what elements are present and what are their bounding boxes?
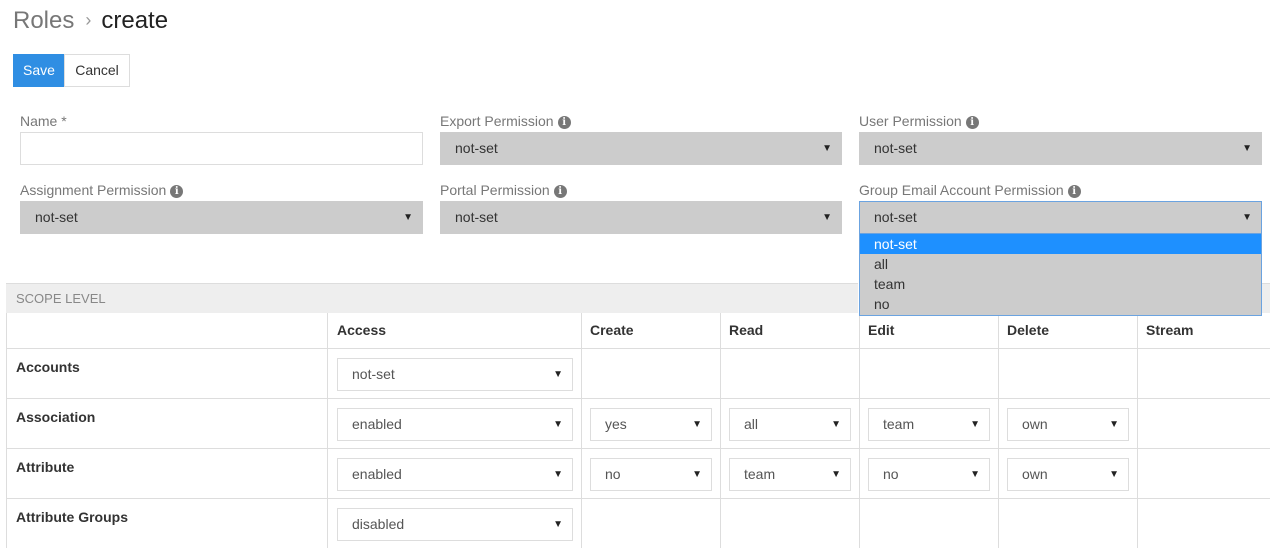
group-email-permission-label: Group Email Account Permission i [859, 181, 1081, 199]
dropdown-option-all[interactable]: all [860, 254, 1261, 274]
dropdown-option-team[interactable]: team [860, 274, 1261, 294]
attribute-access-select[interactable]: enabled ▼ [337, 458, 573, 491]
portal-permission-label: Portal Permission i [440, 181, 567, 199]
assignment-permission-select[interactable]: not-set ▼ [20, 201, 423, 234]
caret-down-icon: ▼ [822, 212, 832, 223]
user-permission-label: User Permission i [859, 112, 979, 130]
caret-down-icon: ▼ [970, 419, 980, 430]
scope-table: Access Create Read Edit Delete Stream Ac… [6, 313, 1270, 548]
caret-down-icon: ▼ [1109, 419, 1119, 430]
breadcrumb-separator: › [85, 10, 92, 30]
attribute-delete-select[interactable]: own ▼ [1007, 458, 1129, 491]
association-create-select[interactable]: yes ▼ [590, 408, 712, 441]
breadcrumb-roles-link[interactable]: Roles [13, 7, 74, 34]
column-header-access: Access [337, 322, 387, 338]
attribute-edit-select[interactable]: no ▼ [868, 458, 990, 491]
caret-down-icon: ▼ [553, 469, 563, 480]
caret-down-icon: ▼ [553, 419, 563, 430]
group-email-permission-dropdown: not-set all team no [859, 234, 1262, 316]
save-button[interactable]: Save [13, 54, 65, 87]
caret-down-icon: ▼ [692, 469, 702, 480]
info-icon[interactable]: i [170, 185, 184, 198]
group-email-permission-select[interactable]: not-set ▼ [859, 201, 1262, 234]
accounts-access-select[interactable]: not-set ▼ [337, 358, 573, 391]
attribute-create-select[interactable]: no ▼ [590, 458, 712, 491]
assignment-permission-label: Assignment Permission i [20, 181, 184, 199]
caret-down-icon: ▼ [692, 419, 702, 430]
association-read-select[interactable]: all ▼ [729, 408, 851, 441]
dropdown-option-not-set[interactable]: not-set [860, 234, 1261, 254]
name-label: Name * [20, 113, 67, 129]
export-permission-label: Export Permission i [440, 112, 571, 130]
dropdown-option-no[interactable]: no [860, 294, 1261, 314]
info-icon[interactable]: i [557, 116, 571, 129]
caret-down-icon: ▼ [553, 519, 563, 530]
caret-down-icon: ▼ [1242, 212, 1252, 223]
column-header-read: Read [729, 322, 764, 338]
scope-level-header-edge [1262, 283, 1270, 313]
caret-down-icon: ▼ [822, 143, 832, 154]
association-delete-select[interactable]: own ▼ [1007, 408, 1129, 441]
caret-down-icon: ▼ [831, 469, 841, 480]
column-header-create: Create [590, 322, 634, 338]
attribute-groups-access-select[interactable]: disabled ▼ [337, 508, 573, 541]
export-permission-select[interactable]: not-set ▼ [440, 132, 842, 165]
name-input[interactable] [20, 132, 423, 165]
row-label-attribute: Attribute [16, 459, 75, 475]
info-icon[interactable]: i [965, 116, 979, 129]
row-label-accounts: Accounts [16, 359, 80, 375]
column-header-edit: Edit [868, 322, 895, 338]
breadcrumb: Roles › create [13, 6, 168, 37]
info-icon[interactable]: i [1067, 185, 1081, 198]
portal-permission-select[interactable]: not-set ▼ [440, 201, 842, 234]
row-label-attribute-groups: Attribute Groups [16, 509, 128, 525]
row-label-association: Association [16, 409, 96, 425]
association-access-select[interactable]: enabled ▼ [337, 408, 573, 441]
page-title: create [101, 7, 169, 34]
column-header-stream: Stream [1146, 322, 1194, 338]
caret-down-icon: ▼ [1242, 143, 1252, 154]
caret-down-icon: ▼ [831, 419, 841, 430]
caret-down-icon: ▼ [1109, 469, 1119, 480]
attribute-read-select[interactable]: team ▼ [729, 458, 851, 491]
caret-down-icon: ▼ [403, 212, 413, 223]
caret-down-icon: ▼ [970, 469, 980, 480]
cancel-button[interactable]: Cancel [64, 54, 130, 87]
column-header-delete: Delete [1007, 322, 1050, 338]
user-permission-select[interactable]: not-set ▼ [859, 132, 1262, 165]
caret-down-icon: ▼ [553, 369, 563, 380]
info-icon[interactable]: i [553, 185, 567, 198]
scope-level-header: SCOPE LEVEL [6, 283, 858, 313]
association-edit-select[interactable]: team ▼ [868, 408, 990, 441]
